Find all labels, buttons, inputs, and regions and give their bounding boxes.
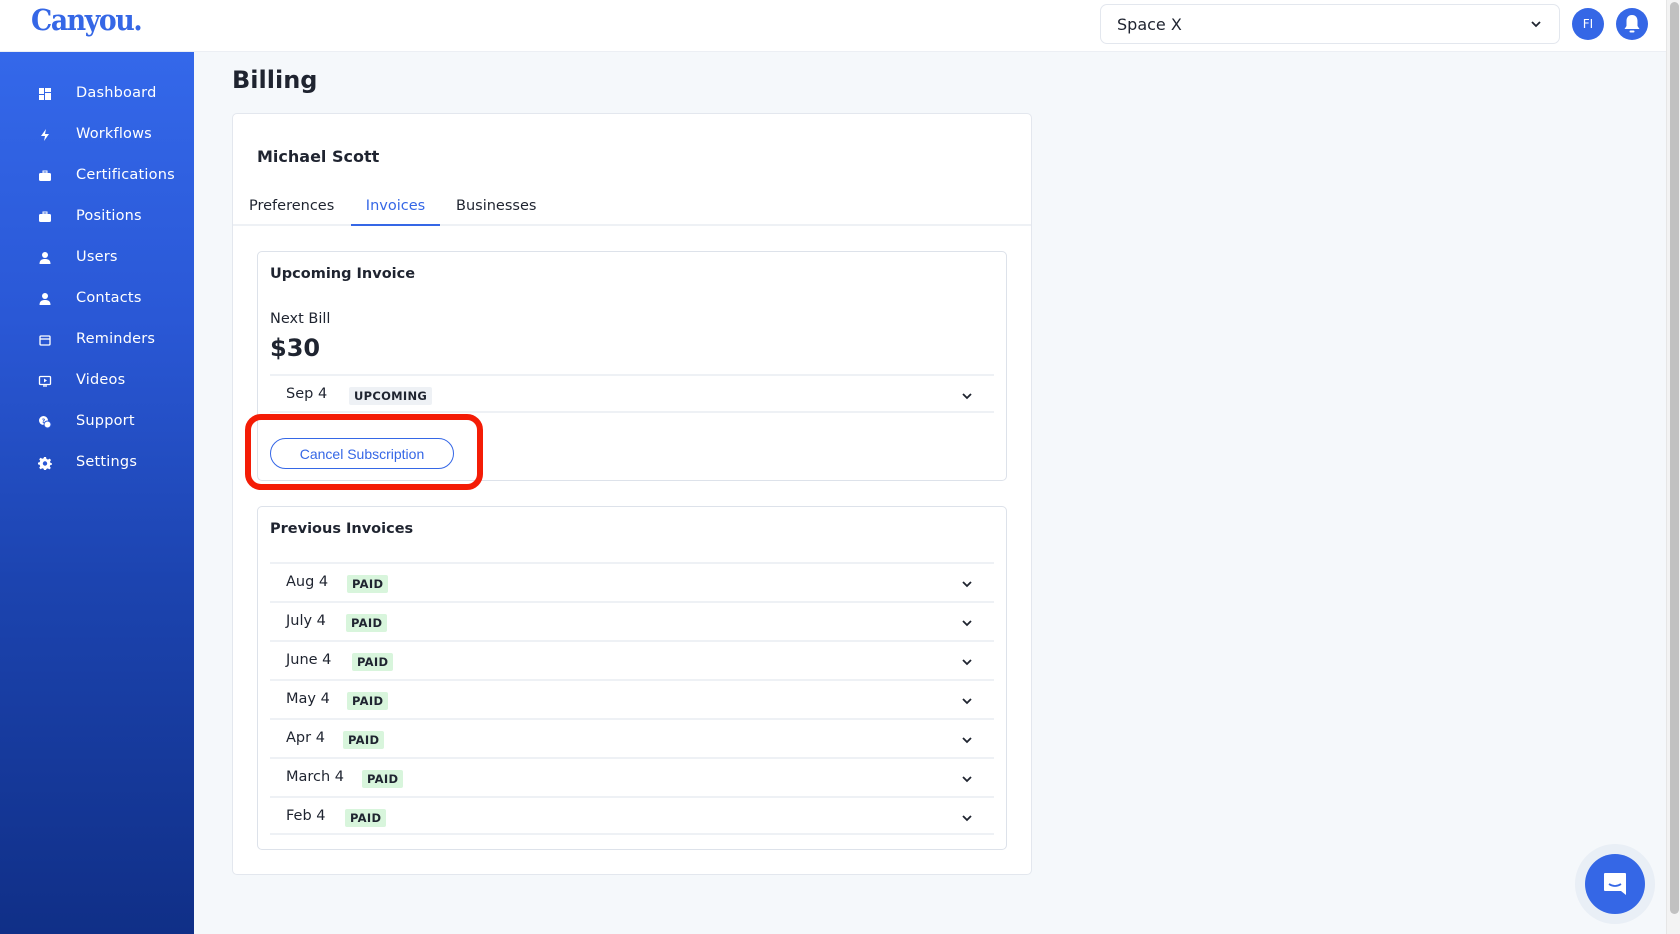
invoice-date: Aug 4	[286, 574, 329, 590]
sidebar-item-label: Positions	[76, 208, 142, 224]
status-badge: PAID	[346, 614, 388, 632]
sidebar-item-label: Support	[76, 413, 135, 429]
lightning-icon	[41, 129, 49, 141]
sidebar-item-label: Workflows	[76, 126, 152, 142]
chat-launcher-button[interactable]	[1585, 854, 1645, 914]
upcoming-invoice-row[interactable]: Sep 4 UPCOMING	[270, 374, 994, 413]
billing-card: Michael Scott Preferences Invoices Busin…	[232, 113, 1032, 875]
briefcase-icon	[39, 170, 51, 181]
scrollbar-thumb[interactable]	[1670, 2, 1679, 914]
chevron-down-icon[interactable]	[960, 694, 974, 708]
invoice-row[interactable]: Apr 4 PAID	[270, 718, 994, 757]
sidebar-item-certifications[interactable]: Certifications	[0, 158, 194, 194]
gear-icon	[38, 457, 52, 470]
page-scrollbar[interactable]	[1666, 0, 1680, 934]
notifications-button[interactable]	[1616, 8, 1648, 40]
cancel-subscription-button[interactable]: Cancel Subscription	[270, 438, 454, 469]
billing-tabs: Preferences Invoices Businesses	[233, 198, 1031, 226]
sidebar-item-support[interactable]: ? Support	[0, 404, 194, 440]
calendar-icon	[39, 335, 51, 346]
invoice-row[interactable]: June 4 PAID	[270, 640, 994, 679]
svg-text:?: ?	[42, 418, 46, 425]
sidebar: Dashboard Workflows Certifications Posit…	[0, 52, 194, 934]
sidebar-item-videos[interactable]: Videos	[0, 363, 194, 399]
invoice-row[interactable]: Aug 4 PAID	[270, 562, 994, 601]
tab-preferences[interactable]: Preferences	[249, 198, 334, 226]
tab-businesses[interactable]: Businesses	[456, 198, 536, 226]
chevron-down-icon[interactable]	[960, 733, 974, 747]
next-bill-amount: $30	[270, 334, 321, 362]
invoice-date: Sep 4	[286, 386, 328, 402]
sidebar-item-contacts[interactable]: Contacts	[0, 281, 194, 317]
sidebar-item-settings[interactable]: Settings	[0, 445, 194, 481]
sidebar-item-positions[interactable]: Positions	[0, 199, 194, 235]
status-badge: PAID	[345, 809, 387, 827]
status-badge: PAID	[362, 770, 404, 788]
invoice-row[interactable]: July 4 PAID	[270, 601, 994, 640]
sidebar-item-label: Certifications	[76, 167, 175, 183]
invoice-date: July 4	[286, 613, 326, 629]
briefcase-icon	[39, 211, 51, 222]
user-icon	[39, 293, 51, 305]
chevron-down-icon[interactable]	[960, 577, 974, 591]
user-name: Michael Scott	[257, 147, 380, 166]
sidebar-item-label: Videos	[76, 372, 126, 388]
invoice-row[interactable]: May 4 PAID	[270, 679, 994, 718]
tab-invoices[interactable]: Invoices	[351, 198, 440, 226]
user-icon	[39, 252, 51, 264]
previous-invoices-section: Previous Invoices Aug 4 PAID July 4 PAID…	[257, 506, 1007, 850]
avatar[interactable]: FI	[1572, 8, 1604, 40]
sidebar-item-reminders[interactable]: Reminders	[0, 322, 194, 358]
invoice-date: Feb 4	[286, 808, 326, 824]
chevron-down-icon	[1531, 21, 1541, 28]
avatar-initials: FI	[1582, 17, 1594, 31]
previous-invoices-title: Previous Invoices	[270, 521, 414, 537]
status-badge: UPCOMING	[349, 387, 433, 405]
workspace-select[interactable]: Space X	[1100, 4, 1560, 44]
status-badge: PAID	[352, 653, 394, 671]
chevron-down-icon[interactable]	[960, 616, 974, 630]
page-title: Billing	[232, 66, 318, 94]
chevron-down-icon[interactable]	[960, 389, 974, 403]
upcoming-invoice-title: Upcoming Invoice	[270, 266, 416, 282]
chat-icon	[1604, 873, 1626, 895]
sidebar-item-dashboard[interactable]: Dashboard	[0, 76, 194, 112]
invoice-row[interactable]: Feb 4 PAID	[270, 796, 994, 835]
chevron-down-icon[interactable]	[960, 811, 974, 825]
status-badge: PAID	[347, 692, 389, 710]
invoice-date: June 4	[286, 652, 332, 668]
dashboard-icon	[39, 88, 51, 100]
status-badge: PAID	[343, 731, 385, 749]
invoice-date: March 4	[286, 769, 345, 785]
invoice-row[interactable]: March 4 PAID	[270, 757, 994, 796]
bell-icon	[1624, 15, 1640, 33]
video-icon	[38, 375, 52, 387]
workspace-select-value: Space X	[1117, 14, 1182, 34]
chevron-down-icon[interactable]	[960, 655, 974, 669]
sidebar-item-label: Contacts	[76, 290, 142, 306]
logo[interactable]: Canyou.	[31, 3, 143, 37]
support-chat-icon: ?	[39, 416, 52, 429]
status-badge: PAID	[347, 575, 389, 593]
sidebar-item-label: Users	[76, 249, 118, 265]
invoice-date: May 4	[286, 691, 330, 707]
upcoming-invoice-section: Upcoming Invoice Next Bill $30 Sep 4 UPC…	[257, 251, 1007, 481]
sidebar-item-label: Dashboard	[76, 85, 157, 101]
sidebar-item-label: Reminders	[76, 331, 156, 347]
sidebar-item-workflows[interactable]: Workflows	[0, 117, 194, 153]
chevron-down-icon[interactable]	[960, 772, 974, 786]
next-bill-label: Next Bill	[270, 311, 331, 327]
sidebar-item-label: Settings	[76, 454, 138, 470]
top-header: Canyou. Space X FI	[0, 0, 1666, 52]
invoice-date: Apr 4	[286, 730, 325, 746]
sidebar-item-users[interactable]: Users	[0, 240, 194, 276]
